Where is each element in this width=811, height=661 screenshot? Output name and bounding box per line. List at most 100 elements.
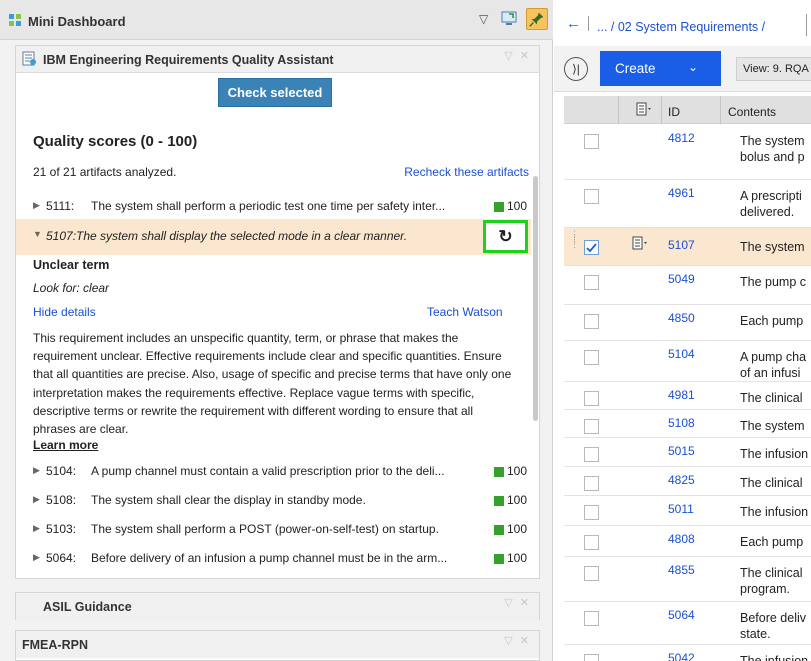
widget-controls-icon[interactable]: ▽ ✕ xyxy=(504,634,531,647)
score-indicator xyxy=(494,202,504,212)
recheck-artifact-button[interactable]: ↻ xyxy=(483,220,528,253)
artifact-text: The system shall display the selected mo… xyxy=(76,229,408,243)
requirement-contents: The infusion xyxy=(740,447,809,461)
expand-triangle-icon[interactable]: ▶ xyxy=(33,465,40,476)
expand-triangle-icon[interactable]: ▶ xyxy=(33,494,40,505)
create-button[interactable]: Create ⌄ xyxy=(600,51,721,86)
fmea-widget[interactable]: FMEA-RPN ▽ ✕ xyxy=(15,630,540,661)
asil-widget[interactable]: ASIL Guidance ▽ ✕ xyxy=(15,592,540,620)
rqa-scroll-thumb[interactable] xyxy=(533,176,538,421)
column-header-id[interactable]: ID xyxy=(668,105,680,119)
artifact-text: The system shall perform a periodic test… xyxy=(91,199,446,213)
dashboard-menu-chevron-icon[interactable]: ▽ xyxy=(479,12,488,26)
row-checkbox[interactable] xyxy=(584,189,599,204)
back-arrow-icon[interactable]: ← xyxy=(566,15,581,32)
row-checkbox[interactable] xyxy=(584,654,599,661)
requirement-contents: The system xyxy=(740,240,805,254)
table-row[interactable]: 5064 Before deliv state. xyxy=(564,602,811,645)
check-selected-button[interactable]: Check selected xyxy=(218,78,332,107)
requirement-id-link[interactable]: 4825 xyxy=(668,473,695,487)
requirement-id-link[interactable]: 5107 xyxy=(668,238,695,252)
view-selector[interactable]: View: 9. RQA xyxy=(736,57,811,81)
fmea-widget-header[interactable]: FMEA-RPN ▽ ✕ xyxy=(16,631,539,658)
requirement-id-link[interactable]: 5011 xyxy=(668,502,694,516)
row-checkbox[interactable] xyxy=(584,611,599,626)
table-row[interactable]: 4981 The clinical xyxy=(564,382,811,410)
table-row-selected[interactable]: ⋮ ⋮ ⋮ 5107 The system xyxy=(564,228,811,266)
widget-controls-icon[interactable]: ▽ ✕ xyxy=(504,49,531,62)
table-row[interactable]: 5104 A pump cha of an infusi xyxy=(564,341,811,382)
analyzed-count: 21 of 21 artifacts analyzed. xyxy=(33,165,177,179)
collapse-triangle-icon[interactable]: ▼ xyxy=(33,229,42,239)
drag-handle-icon[interactable]: ⋮ ⋮ ⋮ xyxy=(570,230,579,256)
breadcrumb: ← ... / 02 System Requirements / xyxy=(554,0,811,42)
expand-triangle-icon[interactable]: ▶ xyxy=(33,523,40,534)
artifact-row[interactable]: ▶ 5103: The system shall perform a POST … xyxy=(16,516,531,542)
expand-triangle-icon[interactable]: ▶ xyxy=(33,200,40,211)
requirement-id-link[interactable]: 5064 xyxy=(668,608,695,622)
table-row[interactable]: 4812 The system bolus and p xyxy=(564,125,811,180)
teach-watson-link[interactable]: Teach Watson xyxy=(427,305,503,319)
requirement-id-link[interactable]: 5104 xyxy=(668,347,695,361)
requirement-id-link[interactable]: 4850 xyxy=(668,311,695,325)
row-checkbox[interactable] xyxy=(584,505,599,520)
row-checkbox[interactable] xyxy=(584,391,599,406)
rqa-scrollbar[interactable] xyxy=(531,176,539,421)
row-document-menu-icon[interactable] xyxy=(632,236,650,253)
table-row[interactable]: 5042 The infusion xyxy=(564,645,811,661)
row-checkbox[interactable] xyxy=(584,419,599,434)
expand-triangle-icon[interactable]: ▶ xyxy=(33,552,40,563)
asil-widget-header[interactable]: ASIL Guidance ▽ ✕ xyxy=(16,593,539,620)
pin-dashboard-button[interactable] xyxy=(526,8,548,30)
artifact-row[interactable]: ▶ 5104: A pump channel must contain a va… xyxy=(16,458,531,484)
issue-title: Unclear term xyxy=(33,258,110,272)
row-checkbox[interactable] xyxy=(584,535,599,550)
row-checkbox[interactable] xyxy=(584,476,599,491)
artifact-row[interactable]: ▶ 5108: The system shall clear the displ… xyxy=(16,487,531,513)
row-checkbox[interactable] xyxy=(584,134,599,149)
row-checkbox[interactable] xyxy=(584,350,599,365)
collapse-panel-button[interactable]: ⟩| xyxy=(564,57,588,81)
collapse-panel-icon: ⟩| xyxy=(572,62,580,76)
requirement-id-link[interactable]: 4981 xyxy=(668,388,695,402)
dashboard-header: Mini Dashboard ▽ xyxy=(0,0,553,40)
document-menu-icon[interactable] xyxy=(636,102,654,119)
hide-details-link[interactable]: Hide details xyxy=(33,305,96,319)
row-checkbox[interactable] xyxy=(584,566,599,581)
table-row[interactable]: 4961 A prescripti delivered. xyxy=(564,180,811,228)
requirement-id-link[interactable]: 4855 xyxy=(668,563,695,577)
column-header-contents[interactable]: Contents xyxy=(728,105,776,119)
table-row[interactable]: 5011 The infusion xyxy=(564,496,811,526)
requirement-id-link[interactable]: 5049 xyxy=(668,272,695,286)
requirement-id-link[interactable]: 4812 xyxy=(668,131,695,145)
table-row[interactable]: 4850 Each pump xyxy=(564,305,811,341)
requirement-id-link[interactable]: 5015 xyxy=(668,444,695,458)
requirement-contents: The clinical program. xyxy=(740,566,803,596)
rqa-widget-icon xyxy=(22,51,36,66)
row-checkbox[interactable] xyxy=(584,240,599,255)
requirement-id-link[interactable]: 4808 xyxy=(668,532,695,546)
monitor-icon[interactable] xyxy=(501,11,518,27)
artifact-row-selected[interactable]: ▼ 5107: The system shall display the sel… xyxy=(16,219,531,255)
artifact-row[interactable]: ▶ 5111: The system shall perform a perio… xyxy=(16,193,531,219)
breadcrumb-path[interactable]: ... / 02 System Requirements / xyxy=(597,20,765,34)
table-row[interactable]: 4855 The clinical program. xyxy=(564,557,811,602)
row-checkbox[interactable] xyxy=(584,447,599,462)
requirement-id-link[interactable]: 4961 xyxy=(668,186,695,200)
dashboard-title: Mini Dashboard xyxy=(28,14,126,29)
table-row[interactable]: 4825 The clinical xyxy=(564,467,811,496)
table-row[interactable]: 5108 The system xyxy=(564,410,811,438)
table-row[interactable]: 5015 The infusion xyxy=(564,438,811,467)
learn-more-link[interactable]: Learn more xyxy=(33,438,98,452)
row-checkbox[interactable] xyxy=(584,275,599,290)
table-row[interactable]: 4808 Each pump xyxy=(564,526,811,557)
artifact-row[interactable]: ▶ 5064: Before delivery of an infusion a… xyxy=(16,545,531,571)
row-checkbox[interactable] xyxy=(584,314,599,329)
requirement-contents: The clinical xyxy=(740,476,803,490)
widget-controls-icon[interactable]: ▽ ✕ xyxy=(504,596,531,609)
requirement-id-link[interactable]: 5042 xyxy=(668,651,695,661)
recheck-link[interactable]: Recheck these artifacts xyxy=(404,165,529,179)
requirement-contents: The system xyxy=(740,419,805,433)
table-row[interactable]: 5049 The pump c xyxy=(564,266,811,305)
requirement-id-link[interactable]: 5108 xyxy=(668,416,695,430)
